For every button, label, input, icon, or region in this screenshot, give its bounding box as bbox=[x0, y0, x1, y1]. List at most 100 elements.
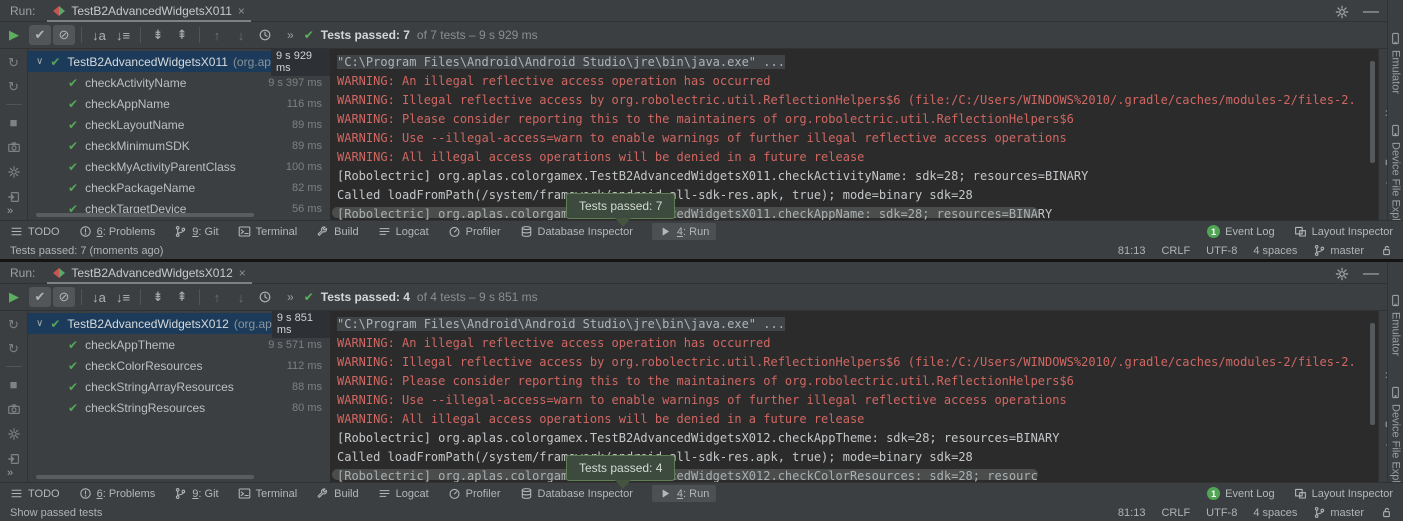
test-case-row[interactable]: ✔ checkStringResources 80 ms bbox=[28, 397, 330, 418]
hide-window-icon[interactable]: — bbox=[1363, 265, 1379, 283]
rerun-play-icon[interactable]: ▶ bbox=[9, 289, 19, 305]
next-failed-test-icon[interactable]: ↓ bbox=[230, 287, 252, 307]
expand-all-icon[interactable]: ⇟ bbox=[147, 25, 169, 45]
show-ignored-toggle[interactable]: ⊘ bbox=[53, 25, 75, 45]
toolbar-more-icon[interactable]: » bbox=[287, 28, 294, 42]
file-encoding[interactable]: UTF-8 bbox=[1206, 507, 1237, 519]
left-strip-more-icon[interactable]: » bbox=[7, 467, 13, 479]
previous-failed-test-icon[interactable]: ↑ bbox=[206, 25, 228, 45]
git-branch-widget[interactable]: master bbox=[1313, 506, 1364, 519]
rerun-failed-tests-icon[interactable]: ↻ bbox=[8, 342, 19, 355]
sort-by-duration-icon[interactable]: ↓≡ bbox=[112, 25, 134, 45]
statusbar-terminal[interactable]: Terminal bbox=[238, 225, 298, 238]
statusbar-run[interactable]: 4: Run bbox=[652, 223, 716, 240]
statusbar-layout-inspector[interactable]: Layout Inspector bbox=[1294, 487, 1393, 500]
statusbar-terminal[interactable]: Terminal bbox=[238, 487, 298, 500]
statusbar-profiler[interactable]: Profiler bbox=[448, 225, 501, 238]
git-branch-widget[interactable]: master bbox=[1313, 244, 1364, 257]
settings-gear-icon[interactable] bbox=[1335, 267, 1349, 281]
statusbar-problems[interactable]: 6: Problems bbox=[79, 225, 156, 238]
sort-by-duration-icon[interactable]: ↓≡ bbox=[112, 287, 134, 307]
tree-horizontal-scrollbar[interactable] bbox=[36, 475, 254, 479]
import-test-results-icon[interactable] bbox=[7, 452, 21, 466]
statusbar-todo[interactable]: TODO bbox=[10, 487, 60, 500]
toolwindow-emulator[interactable]: Emulator bbox=[1389, 294, 1402, 356]
test-console[interactable]: "C:\Program Files\Android\Android Studio… bbox=[330, 49, 1378, 220]
statusbar-profiler[interactable]: Profiler bbox=[448, 487, 501, 500]
test-history-icon[interactable] bbox=[254, 25, 276, 45]
left-strip-more-icon[interactable]: » bbox=[7, 205, 13, 217]
show-passed-toggle[interactable]: ✔ bbox=[29, 25, 51, 45]
test-history-icon[interactable] bbox=[254, 287, 276, 307]
file-encoding[interactable]: UTF-8 bbox=[1206, 245, 1237, 257]
sort-alphabetically-icon[interactable]: ↓a bbox=[88, 287, 110, 307]
console-horizontal-scrollbar[interactable] bbox=[332, 207, 1038, 218]
collapse-all-icon[interactable]: ⇞ bbox=[171, 25, 193, 45]
statusbar-todo[interactable]: TODO bbox=[10, 225, 60, 238]
screenshot-camera-icon[interactable] bbox=[7, 140, 21, 154]
test-settings-icon[interactable] bbox=[7, 165, 21, 179]
sort-alphabetically-icon[interactable]: ↓a bbox=[88, 25, 110, 45]
stop-icon[interactable]: ■ bbox=[10, 378, 18, 391]
test-case-row[interactable]: ✔ checkPackageName 82 ms bbox=[28, 177, 330, 198]
chevron-down-icon[interactable]: ∨ bbox=[36, 56, 43, 67]
indent-setting[interactable]: 4 spaces bbox=[1253, 245, 1297, 257]
expand-all-icon[interactable]: ⇟ bbox=[147, 287, 169, 307]
test-console[interactable]: "C:\Program Files\Android\Android Studio… bbox=[330, 311, 1378, 482]
test-case-row[interactable]: ✔ checkColorResources 112 ms bbox=[28, 355, 330, 376]
test-case-row[interactable]: ✔ checkAppTheme 9 s 571 ms bbox=[28, 334, 330, 355]
test-suite-row[interactable]: ∨ ✔ TestB2AdvancedWidgetsX012 (org.ap 9 … bbox=[28, 313, 330, 334]
rerun-icon[interactable]: ↻ bbox=[8, 318, 19, 331]
show-passed-toggle[interactable]: ✔ bbox=[29, 287, 51, 307]
import-test-results-icon[interactable] bbox=[7, 190, 21, 204]
statusbar-logcat[interactable]: Logcat bbox=[378, 487, 429, 500]
test-case-row[interactable]: ✔ checkStringArrayResources 88 ms bbox=[28, 376, 330, 397]
test-settings-icon[interactable] bbox=[7, 427, 21, 441]
chevron-down-icon[interactable]: ∨ bbox=[36, 318, 43, 329]
tree-horizontal-scrollbar[interactable] bbox=[36, 213, 254, 217]
test-case-row[interactable]: ✔ checkMyActivityParentClass 100 ms bbox=[28, 156, 330, 177]
previous-failed-test-icon[interactable]: ↑ bbox=[206, 287, 228, 307]
screenshot-camera-icon[interactable] bbox=[7, 402, 21, 416]
rerun-failed-tests-icon[interactable]: ↻ bbox=[8, 80, 19, 93]
stop-icon[interactable]: ■ bbox=[10, 116, 18, 129]
test-case-row[interactable]: ✔ checkMinimumSDK 89 ms bbox=[28, 135, 330, 156]
run-tab[interactable]: TestB2AdvancedWidgetsX012 × bbox=[45, 262, 253, 283]
line-separator[interactable]: CRLF bbox=[1161, 245, 1190, 257]
close-tab-icon[interactable]: × bbox=[239, 266, 246, 280]
caret-position[interactable]: 81:13 bbox=[1118, 507, 1146, 519]
lock-open-icon[interactable] bbox=[1380, 506, 1393, 519]
indent-setting[interactable]: 4 spaces bbox=[1253, 507, 1297, 519]
toolbar-more-icon[interactable]: » bbox=[287, 290, 294, 304]
console-horizontal-scrollbar[interactable] bbox=[332, 469, 1038, 480]
statusbar-layout-inspector[interactable]: Layout Inspector bbox=[1294, 225, 1393, 238]
statusbar-git[interactable]: 9: Git bbox=[174, 487, 218, 500]
show-ignored-toggle[interactable]: ⊘ bbox=[53, 287, 75, 307]
test-case-row[interactable]: ✔ checkAppName 116 ms bbox=[28, 93, 330, 114]
statusbar-run[interactable]: 4: Run bbox=[652, 485, 716, 502]
line-separator[interactable]: CRLF bbox=[1161, 507, 1190, 519]
statusbar-build[interactable]: Build bbox=[316, 487, 358, 500]
test-case-row[interactable]: ✔ checkLayoutName 89 ms bbox=[28, 114, 330, 135]
rerun-play-icon[interactable]: ▶ bbox=[9, 27, 19, 43]
next-failed-test-icon[interactable]: ↓ bbox=[230, 25, 252, 45]
lock-open-icon[interactable] bbox=[1380, 244, 1393, 257]
collapse-all-icon[interactable]: ⇞ bbox=[171, 287, 193, 307]
hide-window-icon[interactable]: — bbox=[1363, 3, 1379, 21]
settings-gear-icon[interactable] bbox=[1335, 5, 1349, 19]
caret-position[interactable]: 81:13 bbox=[1118, 245, 1146, 257]
rerun-icon[interactable]: ↻ bbox=[8, 56, 19, 69]
toolwindow-emulator[interactable]: Emulator bbox=[1389, 32, 1402, 94]
statusbar-git[interactable]: 9: Git bbox=[174, 225, 218, 238]
test-case-row[interactable]: ✔ checkActivityName 9 s 397 ms bbox=[28, 72, 330, 93]
run-tab[interactable]: TestB2AdvancedWidgetsX011 × bbox=[45, 0, 253, 21]
statusbar-logcat[interactable]: Logcat bbox=[378, 225, 429, 238]
statusbar-build[interactable]: Build bbox=[316, 225, 358, 238]
test-suite-row[interactable]: ∨ ✔ TestB2AdvancedWidgetsX011 (org.ap 9 … bbox=[28, 51, 330, 72]
console-vertical-scrollbar[interactable] bbox=[1370, 323, 1375, 425]
console-vertical-scrollbar[interactable] bbox=[1370, 61, 1375, 163]
statusbar-event-log[interactable]: 1 Event Log bbox=[1207, 225, 1275, 238]
close-tab-icon[interactable]: × bbox=[238, 4, 245, 18]
statusbar-problems[interactable]: 6: Problems bbox=[79, 487, 156, 500]
statusbar-event-log[interactable]: 1 Event Log bbox=[1207, 487, 1275, 500]
